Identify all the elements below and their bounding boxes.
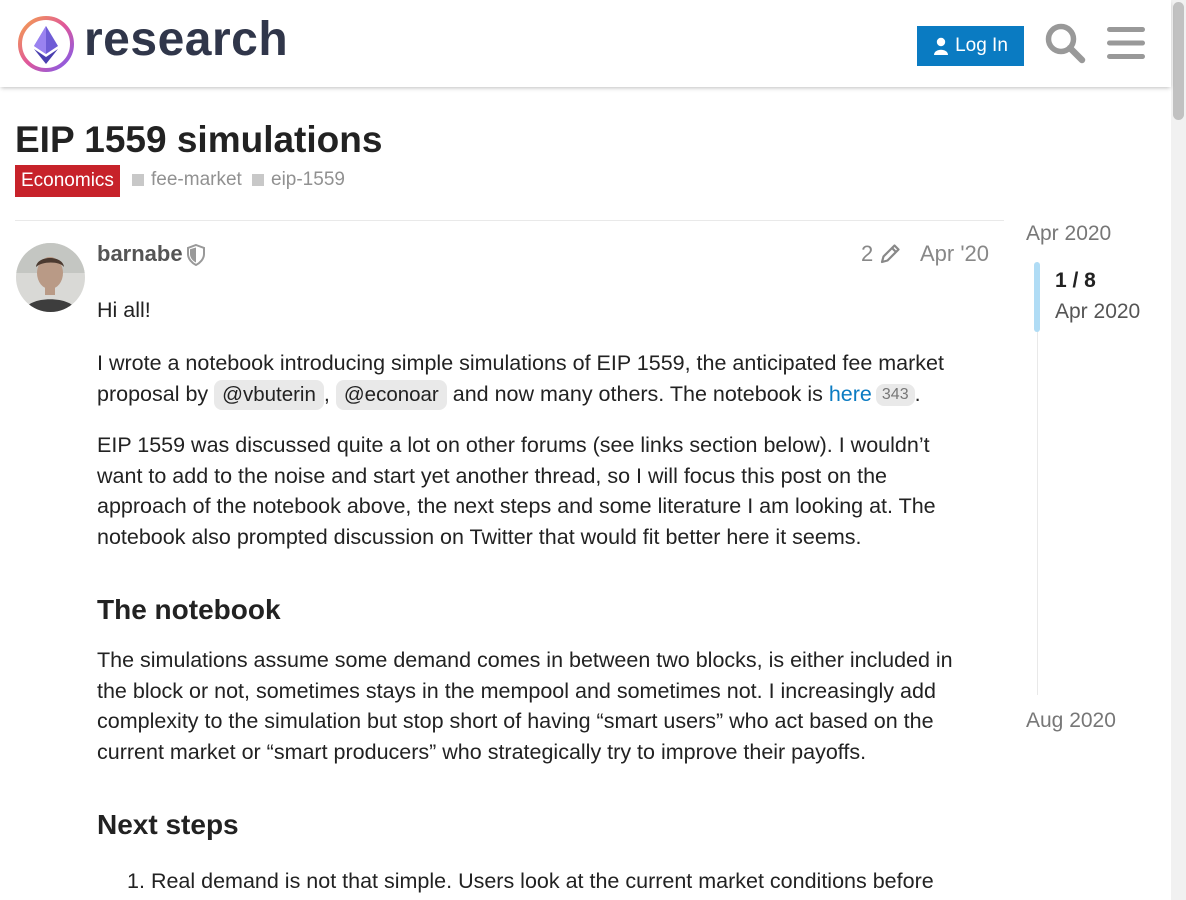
list-item: 1. Real demand is not that simple. Users… [127,866,977,897]
search-icon[interactable] [1044,22,1086,64]
topic-title[interactable]: EIP 1559 simulations [15,119,382,161]
tag-label: eip-1559 [271,169,345,190]
notebook-link[interactable]: here [829,382,872,406]
post-paragraph: The simulations assume some demand comes… [97,648,953,764]
post-author-username[interactable]: barnabe [97,241,183,267]
user-icon [934,37,949,55]
timeline-position: 1 / 8 [1055,269,1096,292]
tag-square-icon [132,174,144,186]
edit-count: 2 [861,241,874,266]
tag-square-icon [252,174,264,186]
scrollbar-thumb[interactable] [1173,2,1184,120]
page-scrollbar[interactable] [1171,0,1186,900]
pencil-icon [881,244,900,264]
list-number: 1. [127,869,145,893]
post-divider [15,220,1004,221]
login-label: Log In [955,35,1008,56]
timeline-end-date[interactable]: Aug 2020 [1026,709,1116,733]
link-click-count: 343 [875,383,915,406]
category-badge-economics[interactable]: Economics [15,165,120,197]
post-paragraph: I wrote a notebook introducing simple si… [97,348,977,410]
mention-vbuterin[interactable]: @vbuterin [214,379,324,410]
user-avatar[interactable] [16,243,85,312]
timeline-scroller-handle[interactable] [1034,262,1040,332]
login-button[interactable]: Log In [917,26,1024,66]
list-item-text: Real demand is not that simple. Users lo… [150,869,934,893]
post-paragraph: Hi all! [97,298,151,322]
tag-fee-market[interactable]: fee-market [132,169,242,191]
section-heading-next-steps: Next steps [97,809,239,840]
site-header: research Log In [0,0,1171,87]
punctuation: , [323,381,330,406]
edit-history-button[interactable]: 2 [861,241,901,267]
paragraph-text: and now many others. The notebook is [452,381,823,406]
timeline-start-date[interactable]: Apr 2020 [1026,222,1111,246]
shield-icon [187,244,205,266]
tag-eip-1559[interactable]: eip-1559 [252,169,345,191]
hamburger-menu-icon[interactable] [1107,25,1145,61]
tag-label: fee-market [151,169,242,190]
mention-econoar[interactable]: @econoar [335,379,447,410]
ethereum-research-logo-icon[interactable] [16,14,76,74]
logo-text[interactable]: research [84,12,288,67]
timeline-position-date: Apr 2020 [1055,300,1141,323]
post-paragraph: EIP 1559 was discussed quite a lot on ot… [97,433,936,549]
post-date[interactable]: Apr '20 [920,241,989,267]
punctuation: . [914,381,921,406]
section-heading-notebook: The notebook [97,594,281,625]
